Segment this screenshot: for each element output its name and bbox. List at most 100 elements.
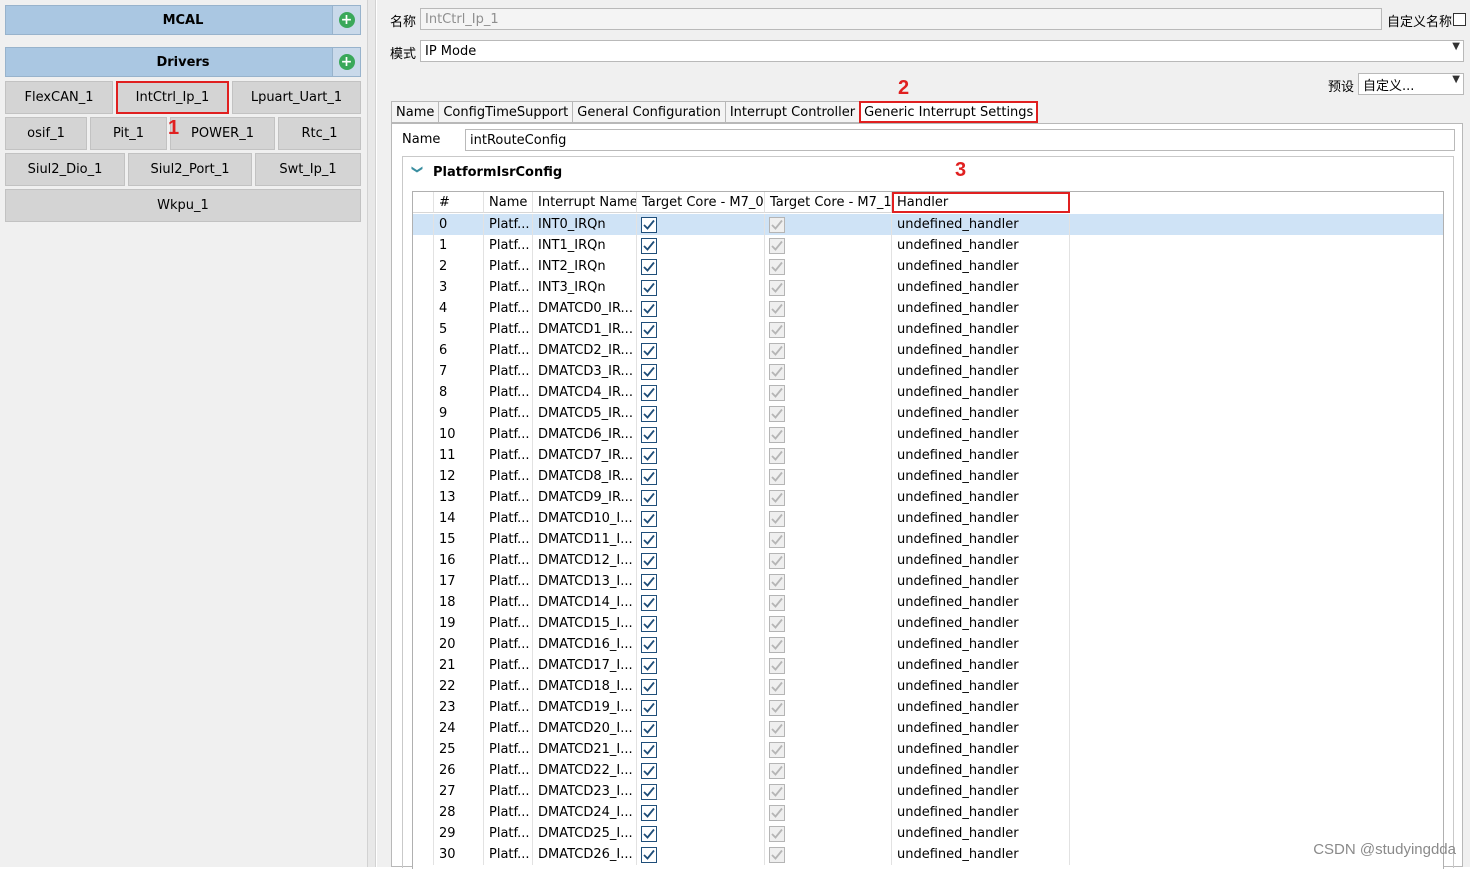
cell-interrupt-name[interactable]: DMATCD3_IR... bbox=[533, 361, 637, 382]
cell-handler[interactable]: undefined_handler bbox=[892, 298, 1070, 319]
checkbox-checked-icon[interactable] bbox=[641, 616, 657, 632]
cell-interrupt-name[interactable]: DMATCD5_IR... bbox=[533, 403, 637, 424]
table-row[interactable]: 27 Platf... DMATCD23_I... undefined_handler bbox=[413, 781, 1443, 802]
column-header-index[interactable]: # bbox=[434, 192, 484, 213]
checkbox-checked-icon[interactable] bbox=[641, 322, 657, 338]
cell-handler[interactable]: undefined_handler bbox=[892, 466, 1070, 487]
table-row[interactable]: 23 Platf... DMATCD19_I... undefined_handler bbox=[413, 697, 1443, 718]
cell-handler[interactable]: undefined_handler bbox=[892, 277, 1070, 298]
table-row[interactable]: 14 Platf... DMATCD10_I... undefined_handler bbox=[413, 508, 1443, 529]
table-row[interactable]: 4 Platf... DMATCD0_IR... undefined_handler bbox=[413, 298, 1443, 319]
cell-name[interactable]: Platf... bbox=[484, 319, 533, 340]
driver-button-siul2-port[interactable]: Siul2_Port_1 bbox=[128, 153, 252, 186]
cell-name[interactable]: Platf... bbox=[484, 487, 533, 508]
cell-target-core-m7-0[interactable] bbox=[637, 676, 765, 697]
cell-target-core-m7-0[interactable] bbox=[637, 487, 765, 508]
checkbox-checked-icon[interactable] bbox=[641, 217, 657, 233]
cell-target-core-m7-0[interactable] bbox=[637, 277, 765, 298]
table-row[interactable]: 1 Platf... INT1_IRQn undefined_handler bbox=[413, 235, 1443, 256]
cell-target-core-m7-0[interactable] bbox=[637, 781, 765, 802]
table-row[interactable]: 16 Platf... DMATCD12_I... undefined_handler bbox=[413, 550, 1443, 571]
column-header-target-core-m7-1[interactable]: Target Core - M7_1 bbox=[765, 192, 892, 213]
cell-interrupt-name[interactable]: DMATCD10_I... bbox=[533, 508, 637, 529]
table-row[interactable]: 22 Platf... DMATCD18_I... undefined_handler bbox=[413, 676, 1443, 697]
cell-target-core-m7-0[interactable] bbox=[637, 466, 765, 487]
table-row[interactable]: 2 Platf... INT2_IRQn undefined_handler bbox=[413, 256, 1443, 277]
cell-name[interactable]: Platf... bbox=[484, 382, 533, 403]
driver-button-swt[interactable]: Swt_Ip_1 bbox=[255, 153, 361, 186]
checkbox-checked-icon[interactable] bbox=[641, 763, 657, 779]
tab-config-time-support[interactable]: ConfigTimeSupport bbox=[438, 101, 573, 123]
checkbox-checked-icon[interactable] bbox=[641, 826, 657, 842]
cell-name[interactable]: Platf... bbox=[484, 634, 533, 655]
cell-handler[interactable]: undefined_handler bbox=[892, 781, 1070, 802]
table-row[interactable]: 29 Platf... DMATCD25_I... undefined_handler bbox=[413, 823, 1443, 844]
mcal-header[interactable]: MCAL + bbox=[5, 5, 361, 35]
cell-name[interactable]: Platf... bbox=[484, 655, 533, 676]
cell-interrupt-name[interactable]: INT3_IRQn bbox=[533, 277, 637, 298]
cell-handler[interactable]: undefined_handler bbox=[892, 487, 1070, 508]
table-row[interactable]: 30 Platf... DMATCD26_I... undefined_handler bbox=[413, 844, 1443, 865]
checkbox-checked-icon[interactable] bbox=[641, 721, 657, 737]
table-row[interactable]: 12 Platf... DMATCD8_IR... undefined_handler bbox=[413, 466, 1443, 487]
cell-handler[interactable]: undefined_handler bbox=[892, 634, 1070, 655]
cell-name[interactable]: Platf... bbox=[484, 298, 533, 319]
driver-button-pit[interactable]: Pit_1 bbox=[90, 117, 167, 150]
cell-name[interactable]: Platf... bbox=[484, 676, 533, 697]
cell-name[interactable]: Platf... bbox=[484, 403, 533, 424]
cell-target-core-m7-0[interactable] bbox=[637, 823, 765, 844]
cell-name[interactable]: Platf... bbox=[484, 256, 533, 277]
checkbox-checked-icon[interactable] bbox=[641, 805, 657, 821]
cell-name[interactable]: Platf... bbox=[484, 760, 533, 781]
table-row[interactable]: 21 Platf... DMATCD17_I... undefined_handler bbox=[413, 655, 1443, 676]
column-header-interrupt-name[interactable]: Interrupt Name bbox=[533, 192, 637, 213]
cell-name[interactable]: Platf... bbox=[484, 613, 533, 634]
cell-target-core-m7-0[interactable] bbox=[637, 403, 765, 424]
checkbox-checked-icon[interactable] bbox=[641, 427, 657, 443]
tab-interrupt-controller[interactable]: Interrupt Controller bbox=[724, 101, 860, 123]
cell-target-core-m7-0[interactable] bbox=[637, 298, 765, 319]
table-row[interactable]: 15 Platf... DMATCD11_I... undefined_handler bbox=[413, 529, 1443, 550]
cell-target-core-m7-0[interactable] bbox=[637, 697, 765, 718]
cell-interrupt-name[interactable]: DMATCD6_IR... bbox=[533, 424, 637, 445]
mode-select[interactable]: IP Mode ▼ bbox=[420, 40, 1464, 62]
checkbox-checked-icon[interactable] bbox=[641, 595, 657, 611]
checkbox-checked-icon[interactable] bbox=[641, 238, 657, 254]
cell-interrupt-name[interactable]: INT1_IRQn bbox=[533, 235, 637, 256]
checkbox-checked-icon[interactable] bbox=[641, 469, 657, 485]
cell-interrupt-name[interactable]: DMATCD17_I... bbox=[533, 655, 637, 676]
table-row[interactable]: 8 Platf... DMATCD4_IR... undefined_handler bbox=[413, 382, 1443, 403]
checkbox-checked-icon[interactable] bbox=[641, 406, 657, 422]
cell-interrupt-name[interactable]: DMATCD24_I... bbox=[533, 802, 637, 823]
checkbox-checked-icon[interactable] bbox=[641, 700, 657, 716]
cell-target-core-m7-0[interactable] bbox=[637, 634, 765, 655]
driver-button-lpuart[interactable]: Lpuart_Uart_1 bbox=[232, 81, 361, 114]
cell-interrupt-name[interactable]: DMATCD18_I... bbox=[533, 676, 637, 697]
cell-name[interactable]: Platf... bbox=[484, 277, 533, 298]
expand-chevron-icon[interactable]: ❯ bbox=[411, 165, 424, 174]
checkbox-checked-icon[interactable] bbox=[641, 343, 657, 359]
cell-handler[interactable]: undefined_handler bbox=[892, 340, 1070, 361]
cell-handler[interactable]: undefined_handler bbox=[892, 613, 1070, 634]
cell-handler[interactable]: undefined_handler bbox=[892, 676, 1070, 697]
cell-name[interactable]: Platf... bbox=[484, 823, 533, 844]
custom-name-checkbox[interactable] bbox=[1453, 13, 1466, 26]
checkbox-checked-icon[interactable] bbox=[641, 490, 657, 506]
cell-interrupt-name[interactable]: DMATCD20_I... bbox=[533, 718, 637, 739]
table-row[interactable]: 3 Platf... INT3_IRQn undefined_handler bbox=[413, 277, 1443, 298]
cell-handler[interactable]: undefined_handler bbox=[892, 718, 1070, 739]
driver-button-rtc[interactable]: Rtc_1 bbox=[278, 117, 361, 150]
cell-handler[interactable]: undefined_handler bbox=[892, 424, 1070, 445]
route-name-field[interactable]: intRouteConfig bbox=[465, 129, 1455, 151]
cell-interrupt-name[interactable]: DMATCD16_I... bbox=[533, 634, 637, 655]
cell-target-core-m7-0[interactable] bbox=[637, 235, 765, 256]
table-row[interactable]: 25 Platf... DMATCD21_I... undefined_handler bbox=[413, 739, 1443, 760]
table-row[interactable]: 0 Platf... INT0_IRQn undefined_handler bbox=[413, 214, 1443, 235]
cell-handler[interactable]: undefined_handler bbox=[892, 760, 1070, 781]
cell-handler[interactable]: undefined_handler bbox=[892, 361, 1070, 382]
driver-button-flexcan[interactable]: FlexCAN_1 bbox=[5, 81, 113, 114]
column-header-handler[interactable]: Handler bbox=[892, 192, 1070, 213]
cell-interrupt-name[interactable]: DMATCD0_IR... bbox=[533, 298, 637, 319]
cell-target-core-m7-0[interactable] bbox=[637, 424, 765, 445]
cell-name[interactable]: Platf... bbox=[484, 739, 533, 760]
